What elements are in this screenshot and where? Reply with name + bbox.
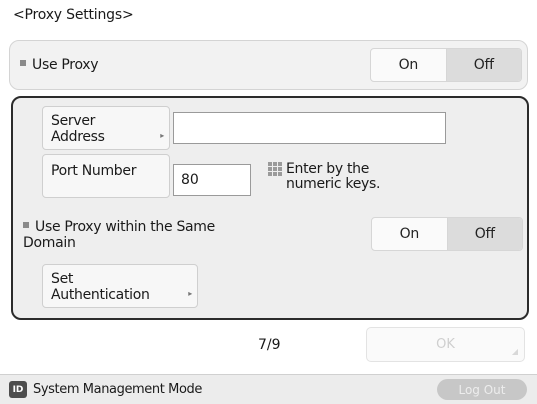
set-authentication-line2: Authentication <box>51 287 150 303</box>
hint-line1: Enter by the <box>286 161 370 177</box>
same-domain-label-line1: Use Proxy within the Same <box>35 219 215 235</box>
use-proxy-toggle: On Off <box>370 48 522 82</box>
same-domain-on-button[interactable]: On <box>372 218 448 250</box>
server-address-label-line2: Address <box>51 129 105 145</box>
chevron-right-icon: ▸ <box>188 289 192 298</box>
proxy-detail-group: Server Address ▸ Port Number 80 Enter by… <box>11 96 529 320</box>
server-address-label-line1: Server <box>51 113 96 129</box>
ok-label: OK <box>436 337 455 352</box>
corner-arrow-icon: ◢ <box>511 347 518 356</box>
same-domain-off-button[interactable]: Off <box>447 218 522 250</box>
same-domain-label-wrap: Use Proxy within the Same Domain <box>23 219 215 251</box>
hint-line2: numeric keys. <box>286 176 381 192</box>
bullet-icon <box>23 222 29 228</box>
server-address-button[interactable]: Server Address ▸ <box>42 106 170 150</box>
same-domain-label-line2: Domain <box>23 235 76 251</box>
status-bar: ID System Management Mode Log Out <box>0 374 537 404</box>
set-authentication-button[interactable]: Set Authentication ▸ <box>42 264 198 308</box>
numeric-keys-hint: Enter by the numeric keys. <box>268 162 380 192</box>
bullet-icon <box>20 60 26 66</box>
use-proxy-label: Use Proxy <box>32 57 99 73</box>
port-number-label: Port Number <box>51 163 137 179</box>
use-proxy-row: Use Proxy On Off <box>9 40 528 90</box>
keypad-icon <box>268 162 282 176</box>
mode-text: System Management Mode <box>33 382 202 397</box>
port-number-button[interactable]: Port Number <box>42 154 170 198</box>
logout-button[interactable]: Log Out <box>437 379 527 400</box>
use-proxy-on-button[interactable]: On <box>371 49 447 81</box>
use-proxy-off-button[interactable]: Off <box>446 49 521 81</box>
id-mode-icon: ID <box>9 381 27 398</box>
set-authentication-line1: Set <box>51 271 74 287</box>
chevron-right-icon: ▸ <box>160 131 164 140</box>
page-indicator: 7/9 <box>258 337 281 353</box>
use-proxy-label-wrap: Use Proxy <box>20 57 99 73</box>
screen-title: <Proxy Settings> <box>13 7 134 23</box>
same-domain-toggle: On Off <box>371 217 523 251</box>
proxy-settings-screen: <Proxy Settings> Use Proxy On Off Server… <box>0 0 537 404</box>
server-address-input[interactable] <box>173 112 446 144</box>
ok-button[interactable]: OK ◢ <box>366 327 525 362</box>
port-number-input[interactable]: 80 <box>173 164 251 196</box>
